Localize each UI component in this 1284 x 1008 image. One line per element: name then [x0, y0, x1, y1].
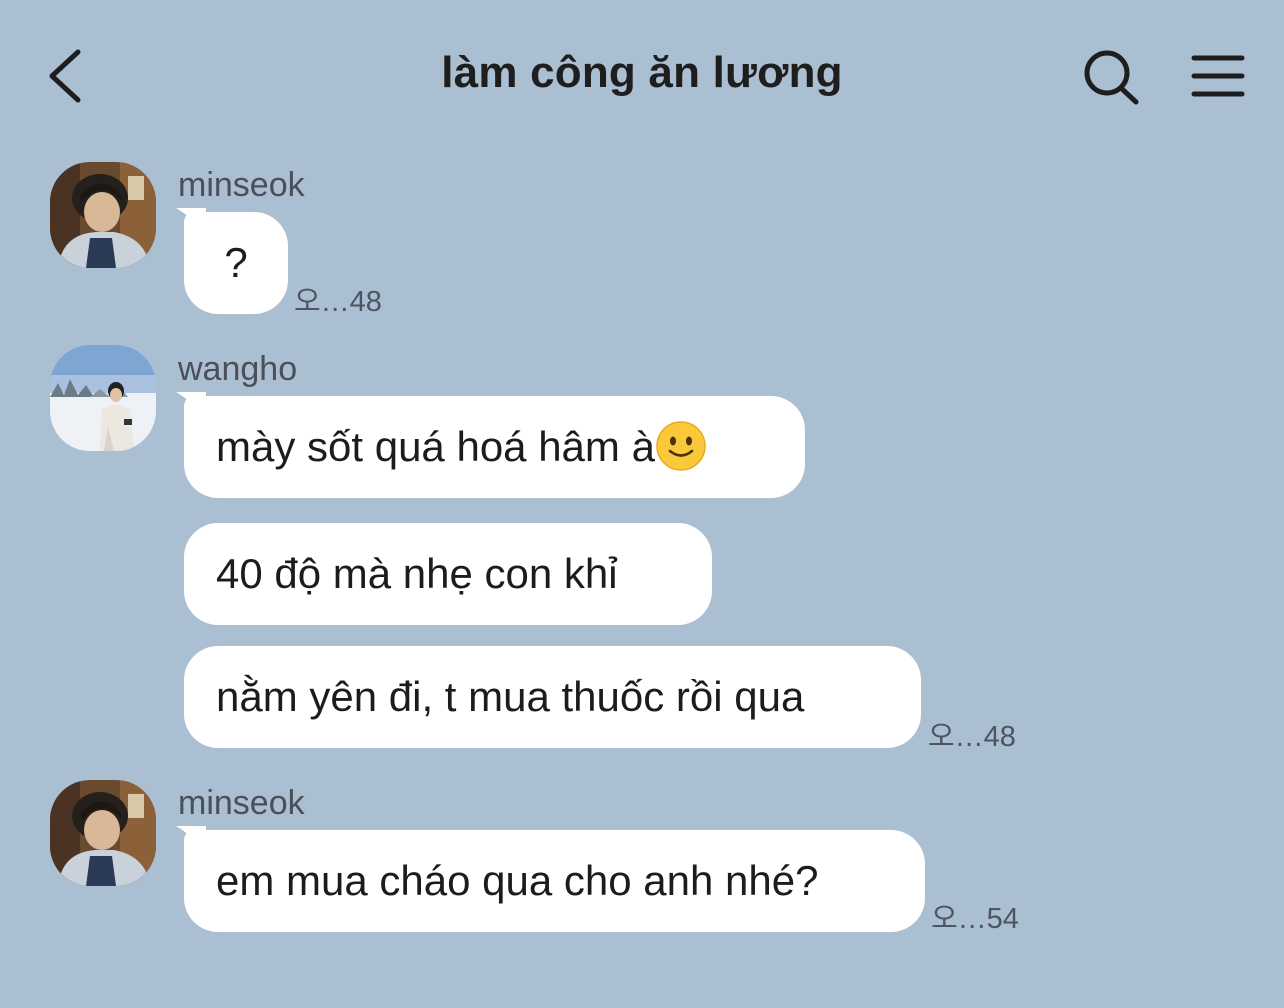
search-button[interactable] [1080, 46, 1142, 108]
avatar-minseok[interactable] [50, 780, 156, 886]
message-bubble[interactable]: nằm yên đi, t mua thuốc rồi qua [184, 646, 921, 748]
chat-header: làm công ăn lương [0, 0, 1284, 150]
hamburger-menu-icon [1191, 55, 1245, 97]
sender-name: wangho [178, 350, 298, 388]
message-bubble[interactable]: 40 độ mà nhẹ con khỉ [184, 523, 712, 625]
message-text: nằm yên đi, t mua thuốc rồi qua [216, 673, 805, 720]
message-bubble[interactable]: mày sốt quá hoá hâm à [176, 392, 805, 498]
avatar-minseok[interactable] [50, 162, 156, 268]
avatar-wangho[interactable] [50, 345, 156, 451]
message-time: 오…48 [294, 286, 382, 318]
sender-name: minseok [178, 166, 305, 204]
message-text: 40 độ mà nhẹ con khỉ [216, 550, 618, 597]
slightly-smiling-face-icon [656, 421, 706, 471]
message-text: ? [224, 239, 248, 286]
menu-button[interactable] [1190, 50, 1248, 102]
message-bubble[interactable]: em mua cháo qua cho anh nhé? [176, 826, 925, 932]
message-bubble[interactable]: ? [176, 208, 288, 314]
message-time: 오…54 [931, 903, 1019, 935]
sender-name: minseok [178, 784, 305, 822]
message-text: em mua cháo qua cho anh nhé? [216, 857, 819, 904]
message-text: mày sốt quá hoá hâm à [216, 423, 655, 470]
message-time: 오…48 [928, 721, 1016, 753]
search-icon [1084, 50, 1139, 105]
